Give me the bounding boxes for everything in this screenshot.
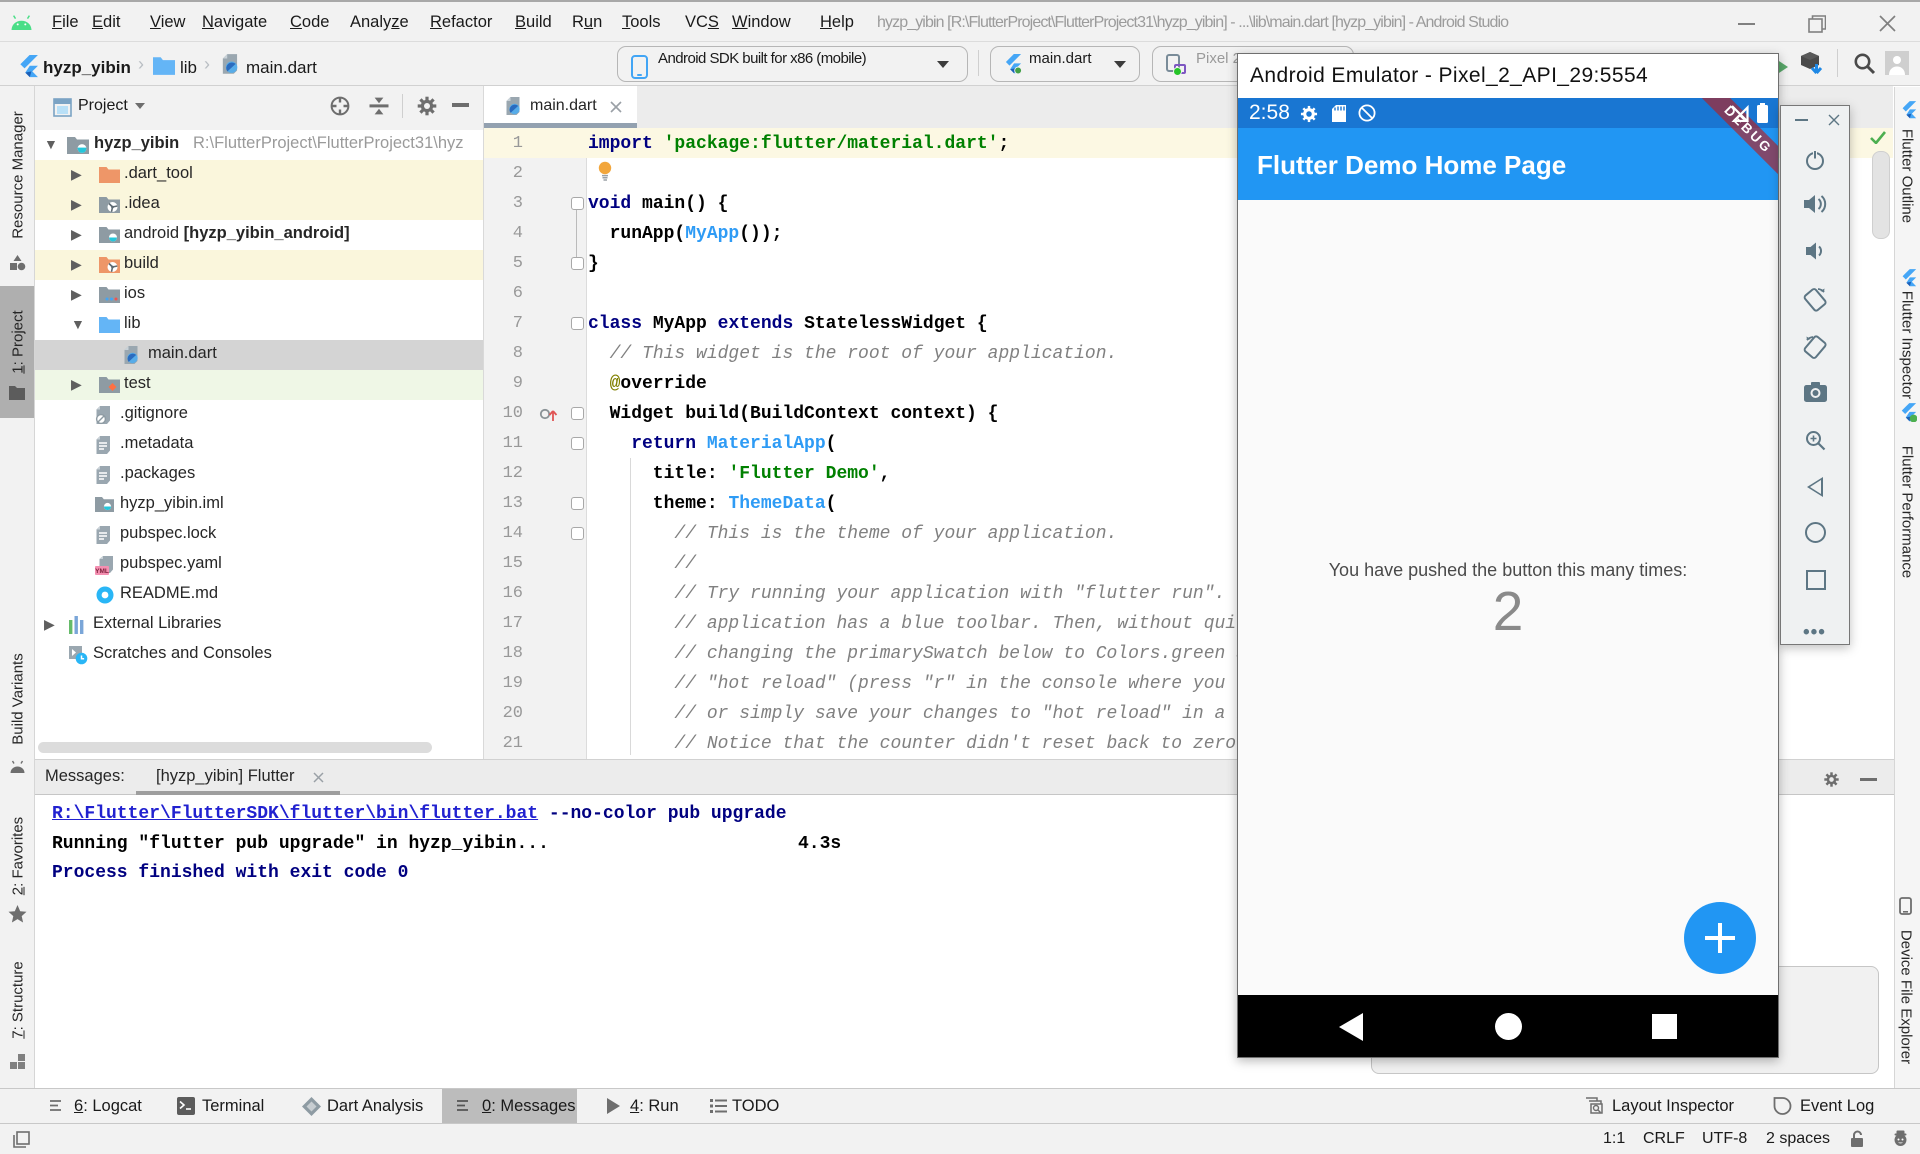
svg-text:YML: YML	[95, 568, 109, 575]
